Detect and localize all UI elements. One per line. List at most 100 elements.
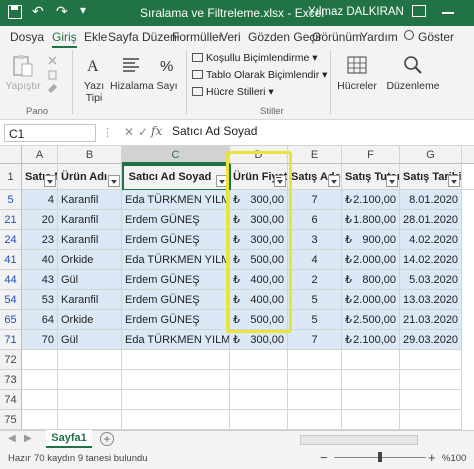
empty-cell[interactable] bbox=[288, 390, 342, 410]
add-sheet-button[interactable]: + bbox=[100, 432, 114, 446]
empty-cell[interactable] bbox=[58, 370, 122, 390]
row-header[interactable]: 71 bbox=[0, 330, 22, 350]
empty-cell[interactable] bbox=[122, 390, 230, 410]
empty-cell[interactable] bbox=[342, 350, 400, 370]
filter-dropdown-icon[interactable] bbox=[44, 175, 56, 187]
cell-satici[interactable]: Eda TÜRKMEN YILMAZ bbox=[122, 190, 230, 210]
empty-cell[interactable] bbox=[122, 410, 230, 430]
tab-formuller[interactable]: Formüller bbox=[172, 30, 223, 44]
cell-urun-fiyati[interactable]: ₺ 300,00 bbox=[230, 330, 288, 350]
empty-cell[interactable] bbox=[342, 410, 400, 430]
empty-cell[interactable] bbox=[22, 370, 58, 390]
cell-satis-no[interactable]: 23 bbox=[22, 230, 58, 250]
filter-dropdown-icon[interactable] bbox=[386, 175, 398, 187]
cell-satis-tarihi[interactable]: 28.01.2020 bbox=[400, 210, 462, 230]
font-button[interactable]: Yazı Tipi bbox=[76, 80, 112, 104]
empty-cell[interactable] bbox=[342, 370, 400, 390]
row-header[interactable]: 54 bbox=[0, 290, 22, 310]
cell-satis-tutari[interactable]: ₺ 2.100,00 bbox=[342, 190, 400, 210]
enter-icon[interactable]: ✓ bbox=[138, 125, 148, 139]
cell-satis-tarihi[interactable]: 29.03.2020 bbox=[400, 330, 462, 350]
sheet-tab-sayfa1[interactable]: Sayfa1 bbox=[46, 430, 92, 448]
cell-satis-tutari[interactable]: ₺ 800,00 bbox=[342, 270, 400, 290]
zoom-in-button[interactable]: + bbox=[428, 450, 436, 465]
empty-cell[interactable] bbox=[400, 410, 462, 430]
editing-button[interactable]: Düzenleme bbox=[384, 80, 442, 92]
cell-satis-no[interactable]: 53 bbox=[22, 290, 58, 310]
cell-satici[interactable]: Erdem GÜNEŞ bbox=[122, 310, 230, 330]
header-satis-no[interactable]: Satış No bbox=[22, 164, 58, 190]
select-all-button[interactable] bbox=[0, 146, 22, 164]
undo-icon[interactable]: ↶ bbox=[32, 3, 44, 20]
empty-cell[interactable] bbox=[122, 370, 230, 390]
cell-urun-adi[interactable]: Orkide bbox=[58, 310, 122, 330]
empty-cell[interactable] bbox=[462, 164, 474, 190]
row-header[interactable]: 5 bbox=[0, 190, 22, 210]
cell-urun-adi[interactable]: Gül bbox=[58, 270, 122, 290]
empty-cell[interactable] bbox=[22, 350, 58, 370]
cell-satis-tutari[interactable]: ₺ 2.000,00 bbox=[342, 290, 400, 310]
cell-satis-adedi[interactable]: 5 bbox=[288, 290, 342, 310]
cell-satis-no[interactable]: 43 bbox=[22, 270, 58, 290]
cell-satis-tarihi[interactable]: 21.03.2020 bbox=[400, 310, 462, 330]
empty-cell[interactable] bbox=[58, 350, 122, 370]
row-header[interactable]: 24 bbox=[0, 230, 22, 250]
cell-satis-tarihi[interactable]: 4.02.2020 bbox=[400, 230, 462, 250]
next-sheet-icon[interactable]: ▶ bbox=[24, 433, 32, 444]
cell-urun-adi[interactable]: Karanfil bbox=[58, 190, 122, 210]
cell-satis-tutari[interactable]: ₺ 2.000,00 bbox=[342, 250, 400, 270]
cell-satis-adedi[interactable]: 3 bbox=[288, 230, 342, 250]
tab-yardim[interactable]: Yardım bbox=[360, 30, 398, 44]
empty-cell[interactable] bbox=[58, 390, 122, 410]
filter-dropdown-icon[interactable] bbox=[328, 175, 340, 187]
header-satis-tarihi[interactable]: Satış Tarihi bbox=[400, 164, 462, 190]
cell-satis-tarihi[interactable]: 14.02.2020 bbox=[400, 250, 462, 270]
header-urun-adi[interactable]: Ürün Adı bbox=[58, 164, 122, 190]
cell-satis-adedi[interactable]: 5 bbox=[288, 310, 342, 330]
row-header[interactable]: 73 bbox=[0, 370, 22, 390]
empty-cell[interactable] bbox=[22, 410, 58, 430]
cell-satis-tutari[interactable]: ₺ 900,00 bbox=[342, 230, 400, 250]
empty-cell[interactable] bbox=[400, 390, 462, 410]
empty-cell[interactable] bbox=[342, 390, 400, 410]
column-header-b[interactable]: B bbox=[58, 146, 122, 164]
header-satis-adedi[interactable]: Satış Adedi bbox=[288, 164, 342, 190]
number-button[interactable]: Sayı bbox=[152, 80, 182, 92]
cell-satis-tutari[interactable]: ₺ 1.800,00 bbox=[342, 210, 400, 230]
column-header-h[interactable] bbox=[462, 146, 474, 164]
cell-satici[interactable]: Erdem GÜNEŞ bbox=[122, 290, 230, 310]
filter-dropdown-icon[interactable] bbox=[448, 175, 460, 187]
minimize-icon[interactable] bbox=[442, 12, 454, 14]
column-header-a[interactable]: A bbox=[22, 146, 58, 164]
cell-satici[interactable]: Erdem GÜNEŞ bbox=[122, 270, 230, 290]
empty-cell[interactable] bbox=[230, 390, 288, 410]
cell-satis-tarihi[interactable]: 8.01.2020 bbox=[400, 190, 462, 210]
cell-satici[interactable]: Eda TÜRKMEN YILMAZ bbox=[122, 250, 230, 270]
row-header[interactable]: 65 bbox=[0, 310, 22, 330]
clipboard-tools-icon[interactable] bbox=[46, 54, 60, 96]
zoom-level[interactable]: %100 bbox=[442, 453, 466, 464]
tab-gozden-gecir[interactable]: Gözden Geçir bbox=[248, 30, 322, 44]
prev-sheet-icon[interactable]: ◀ bbox=[8, 433, 16, 444]
worksheet-grid[interactable]: A B C D E F G 1 Satış No Ürün Adı Satıcı… bbox=[0, 146, 474, 430]
insert-function-button[interactable]: fx bbox=[151, 124, 162, 138]
cell-styles-button[interactable]: Hücre Stilleri ▾ bbox=[192, 86, 274, 98]
cell-urun-adi[interactable]: Karanfil bbox=[58, 210, 122, 230]
filter-dropdown-icon[interactable] bbox=[108, 175, 120, 187]
row-header[interactable]: 21 bbox=[0, 210, 22, 230]
cell-satis-tarihi[interactable]: 13.03.2020 bbox=[400, 290, 462, 310]
empty-cell[interactable] bbox=[230, 370, 288, 390]
cell-satis-adedi[interactable]: 6 bbox=[288, 210, 342, 230]
cell-satis-adedi[interactable]: 4 bbox=[288, 250, 342, 270]
tab-dosya[interactable]: Dosya bbox=[10, 30, 44, 44]
cell-satici[interactable]: Erdem GÜNEŞ bbox=[122, 230, 230, 250]
paste-button[interactable]: Yapıştır bbox=[4, 80, 42, 92]
cells-button[interactable]: Hücreler bbox=[336, 80, 378, 92]
tab-veri[interactable]: Veri bbox=[220, 30, 241, 44]
row-header[interactable]: 44 bbox=[0, 270, 22, 290]
cancel-icon[interactable]: ✕ bbox=[124, 125, 134, 139]
row-header[interactable]: 1 bbox=[0, 164, 22, 190]
cell-satis-no[interactable]: 4 bbox=[22, 190, 58, 210]
tab-giris[interactable]: Giriş bbox=[52, 30, 77, 49]
empty-cell[interactable] bbox=[58, 410, 122, 430]
